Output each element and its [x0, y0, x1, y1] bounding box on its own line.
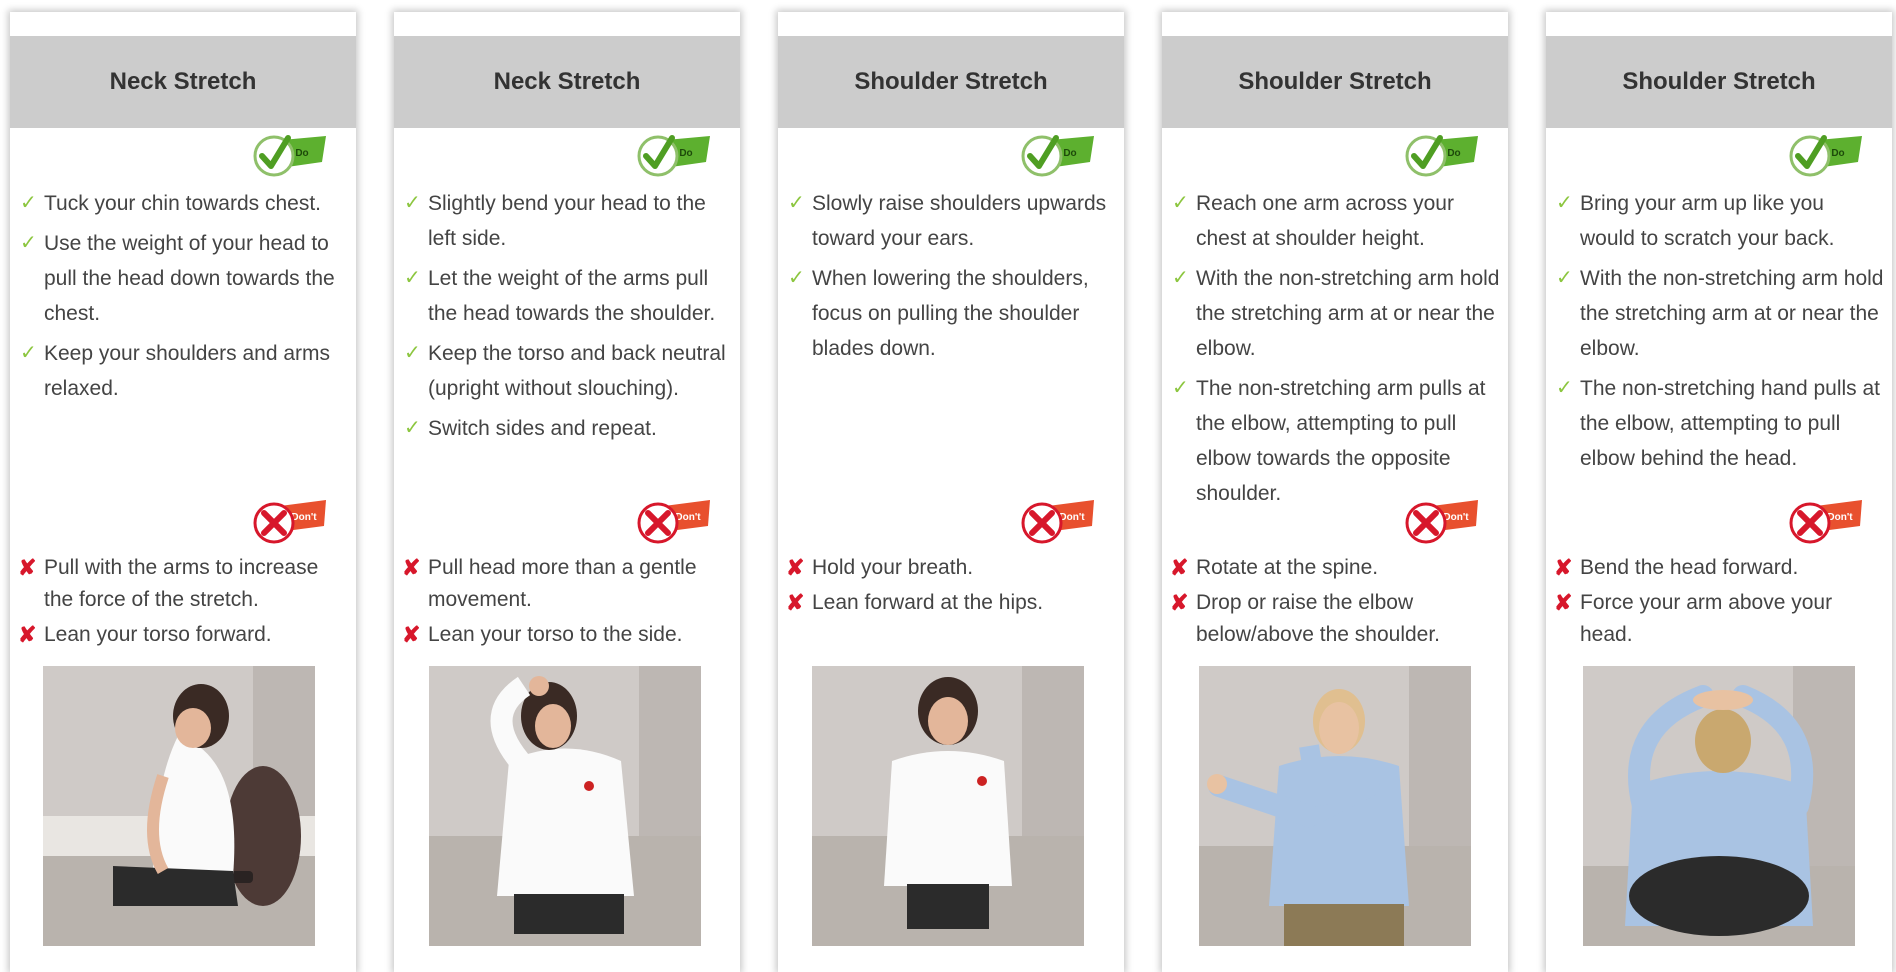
svg-text:Do: Do: [295, 148, 308, 159]
do-item: ✓ With the non-stretching arm hold the st…: [1170, 261, 1500, 366]
do-item: ✓ Use the weight of your head to pull the…: [18, 226, 348, 331]
check-icon: ✓: [1556, 192, 1573, 214]
svg-text:Do: Do: [679, 148, 692, 159]
stretch-card-shoulder-3: Shoulder Stretch Do ✓ Bring your arm up l…: [1546, 12, 1892, 972]
do-item: ✓ The non-stretching hand pulls at the el…: [1554, 371, 1884, 476]
cross-icon: ✘: [1170, 590, 1189, 615]
svg-text:Don't: Don't: [1827, 512, 1853, 523]
svg-text:Don't: Don't: [675, 512, 701, 523]
dont-item: ✘ Pull head more than a gentle movement.: [400, 552, 732, 616]
do-item: ✓ The non-stretching arm pulls at the elb…: [1170, 371, 1500, 511]
dont-item: ✘ Lean your torso forward.: [16, 619, 348, 651]
dont-badge-icon: Don't: [637, 500, 710, 544]
dont-list: ✘ Pull with the arms to increase the forc…: [16, 552, 348, 654]
cross-icon: ✘: [18, 555, 37, 580]
check-icon: ✓: [788, 192, 805, 214]
stretch-photo: [429, 666, 701, 946]
cross-icon: ✘: [402, 622, 421, 647]
do-list: ✓ Slowly raise shoulders upwards toward y…: [786, 186, 1116, 371]
dont-badge-icon: Don't: [253, 500, 326, 544]
card-title: Shoulder Stretch: [1162, 36, 1508, 128]
check-icon: ✓: [1556, 377, 1573, 399]
stretch-photo: [1583, 666, 1855, 946]
check-icon: ✓: [1172, 267, 1189, 289]
dont-list: ✘ Rotate at the spine. ✘ Drop or raise the…: [1168, 552, 1500, 654]
dont-item: ✘ Lean your torso to the side.: [400, 619, 732, 651]
do-list: ✓ Tuck your chin towards chest. ✓ Use the …: [18, 186, 348, 411]
dont-item: ✘ Drop or raise the elbow below/above the…: [1168, 587, 1500, 651]
cross-icon: ✘: [786, 555, 805, 580]
card-title: Neck Stretch: [394, 36, 740, 128]
dont-item: ✘ Bend the head forward.: [1552, 552, 1884, 584]
dont-list: ✘ Pull head more than a gentle movement. …: [400, 552, 732, 654]
svg-text:Do: Do: [1063, 148, 1076, 159]
svg-text:Do: Do: [1831, 148, 1844, 159]
svg-text:Do: Do: [1447, 148, 1460, 159]
do-item: ✓ Reach one arm across your chest at shou…: [1170, 186, 1500, 256]
dont-item: ✘ Rotate at the spine.: [1168, 552, 1500, 584]
dont-badge-icon: Don't: [1789, 500, 1862, 544]
check-icon: ✓: [1556, 267, 1573, 289]
do-badge-icon: Do: [253, 135, 326, 177]
dont-badge-icon: Don't: [1405, 500, 1478, 544]
cross-icon: ✘: [1170, 555, 1189, 580]
do-list: ✓ Slightly bend your head to the left sid…: [402, 186, 732, 451]
svg-text:Don't: Don't: [291, 512, 317, 523]
check-icon: ✓: [20, 232, 37, 254]
do-item: ✓ Slowly raise shoulders upwards toward y…: [786, 186, 1116, 256]
dont-list: ✘ Bend the head forward. ✘ Force your arm …: [1552, 552, 1884, 654]
cross-icon: ✘: [18, 622, 37, 647]
card-title: Shoulder Stretch: [1546, 36, 1892, 128]
cross-icon: ✘: [1554, 590, 1573, 615]
do-item: ✓ When lowering the shoulders, focus on p…: [786, 261, 1116, 366]
do-badge-icon: Do: [637, 135, 710, 177]
do-item: ✓ Slightly bend your head to the left sid…: [402, 186, 732, 256]
do-badge-icon: Do: [1021, 135, 1094, 177]
stretch-card-neck-1: Neck Stretch Do ✓ Tuck your chin towards …: [10, 12, 356, 972]
do-item: ✓ Let the weight of the arms pull the hea…: [402, 261, 732, 331]
do-badge-icon: Do: [1405, 135, 1478, 177]
dont-item: ✘ Hold your breath.: [784, 552, 1116, 584]
dont-list: ✘ Hold your breath. ✘ Lean forward at the …: [784, 552, 1116, 622]
cross-icon: ✘: [402, 555, 421, 580]
check-icon: ✓: [1172, 377, 1189, 399]
check-icon: ✓: [788, 267, 805, 289]
dont-item: ✘ Force your arm above your head.: [1552, 587, 1884, 651]
do-item: ✓ Keep the torso and back neutral (uprigh…: [402, 336, 732, 406]
card-title: Neck Stretch: [10, 36, 356, 128]
check-icon: ✓: [404, 342, 421, 364]
dont-item: ✘ Pull with the arms to increase the forc…: [16, 552, 348, 616]
check-icon: ✓: [404, 417, 421, 439]
dont-badge-icon: Don't: [1021, 500, 1094, 544]
check-icon: ✓: [1172, 192, 1189, 214]
do-list: ✓ Reach one arm across your chest at shou…: [1170, 186, 1500, 516]
stretch-card-neck-2: Neck Stretch Do ✓ Slightly bend your head…: [394, 12, 740, 972]
check-icon: ✓: [20, 342, 37, 364]
do-item: ✓ Bring your arm up like you would to scr…: [1554, 186, 1884, 256]
do-item: ✓ Tuck your chin towards chest.: [18, 186, 348, 221]
dont-item: ✘ Lean forward at the hips.: [784, 587, 1116, 619]
stretch-photo: [812, 666, 1084, 946]
stretch-card-shoulder-1: Shoulder Stretch Do ✓ Slowly raise should…: [778, 12, 1124, 972]
card-title: Shoulder Stretch: [778, 36, 1124, 128]
do-item: ✓ Switch sides and repeat.: [402, 411, 732, 446]
do-badge-icon: Do: [1789, 135, 1862, 177]
stretch-photo: [1199, 666, 1471, 946]
check-icon: ✓: [20, 192, 37, 214]
cross-icon: ✘: [786, 590, 805, 615]
cross-icon: ✘: [1554, 555, 1573, 580]
svg-text:Don't: Don't: [1059, 512, 1085, 523]
svg-text:Don't: Don't: [1443, 512, 1469, 523]
check-icon: ✓: [404, 267, 421, 289]
check-icon: ✓: [404, 192, 421, 214]
stretch-card-shoulder-2: Shoulder Stretch Do ✓ Reach one arm acros…: [1162, 12, 1508, 972]
do-item: ✓ With the non-stretching arm hold the st…: [1554, 261, 1884, 366]
do-list: ✓ Bring your arm up like you would to scr…: [1554, 186, 1884, 481]
do-item: ✓ Keep your shoulders and arms relaxed.: [18, 336, 348, 406]
stretch-photo: [43, 666, 315, 946]
